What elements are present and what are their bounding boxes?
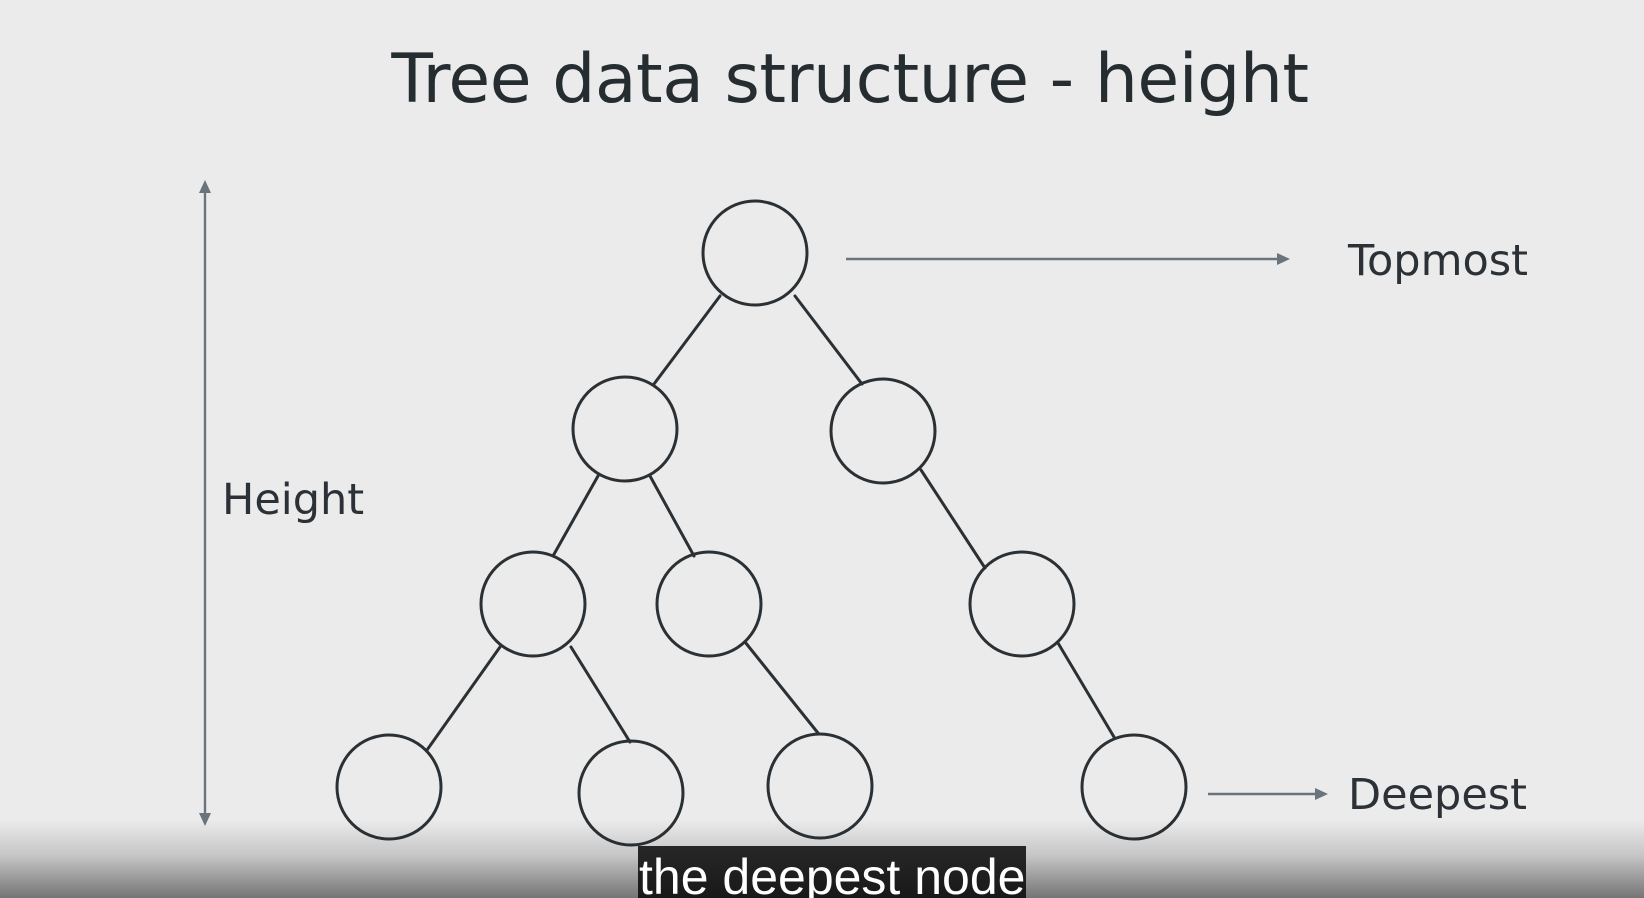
tree-node-root (701, 199, 809, 307)
deepest-label: Deepest (1348, 770, 1527, 820)
edge-ll-rightleaf (569, 645, 632, 744)
deepest-arrow (1208, 788, 1328, 800)
tree-diagram: Height Topmost Deepest (199, 180, 1528, 847)
height-arrow (199, 180, 211, 826)
edge-root-right (793, 294, 864, 386)
tree-node-leaf-2 (577, 739, 685, 847)
tree-node-leaf-3 (766, 732, 874, 840)
tree-node-right (829, 377, 937, 485)
height-label: Height (222, 475, 364, 525)
tree-node-left (571, 375, 679, 483)
edge-left-rightchild (648, 474, 696, 558)
topmost-arrow (846, 253, 1290, 265)
edge-rr-leaf (1056, 641, 1116, 739)
tree-node-left-right (655, 550, 763, 658)
tree-node-leaf-1 (335, 733, 443, 841)
edge-root-left (652, 294, 722, 386)
edge-ll-leftleaf (425, 645, 502, 752)
edge-lr-leaf (743, 640, 820, 735)
tree-nodes (335, 199, 1188, 847)
video-caption: the deepest node (638, 846, 1027, 898)
slide: Tree data structure - height Height Topm… (0, 0, 1644, 898)
edge-left-leftchild (551, 474, 600, 558)
edge-right-rightchild (919, 468, 987, 570)
topmost-label: Topmost (1347, 236, 1528, 286)
tree-edges (425, 294, 1116, 752)
tree-node-right-right (968, 550, 1076, 658)
tree-node-leaf-deepest (1080, 733, 1188, 841)
tree-node-left-left (479, 550, 587, 658)
